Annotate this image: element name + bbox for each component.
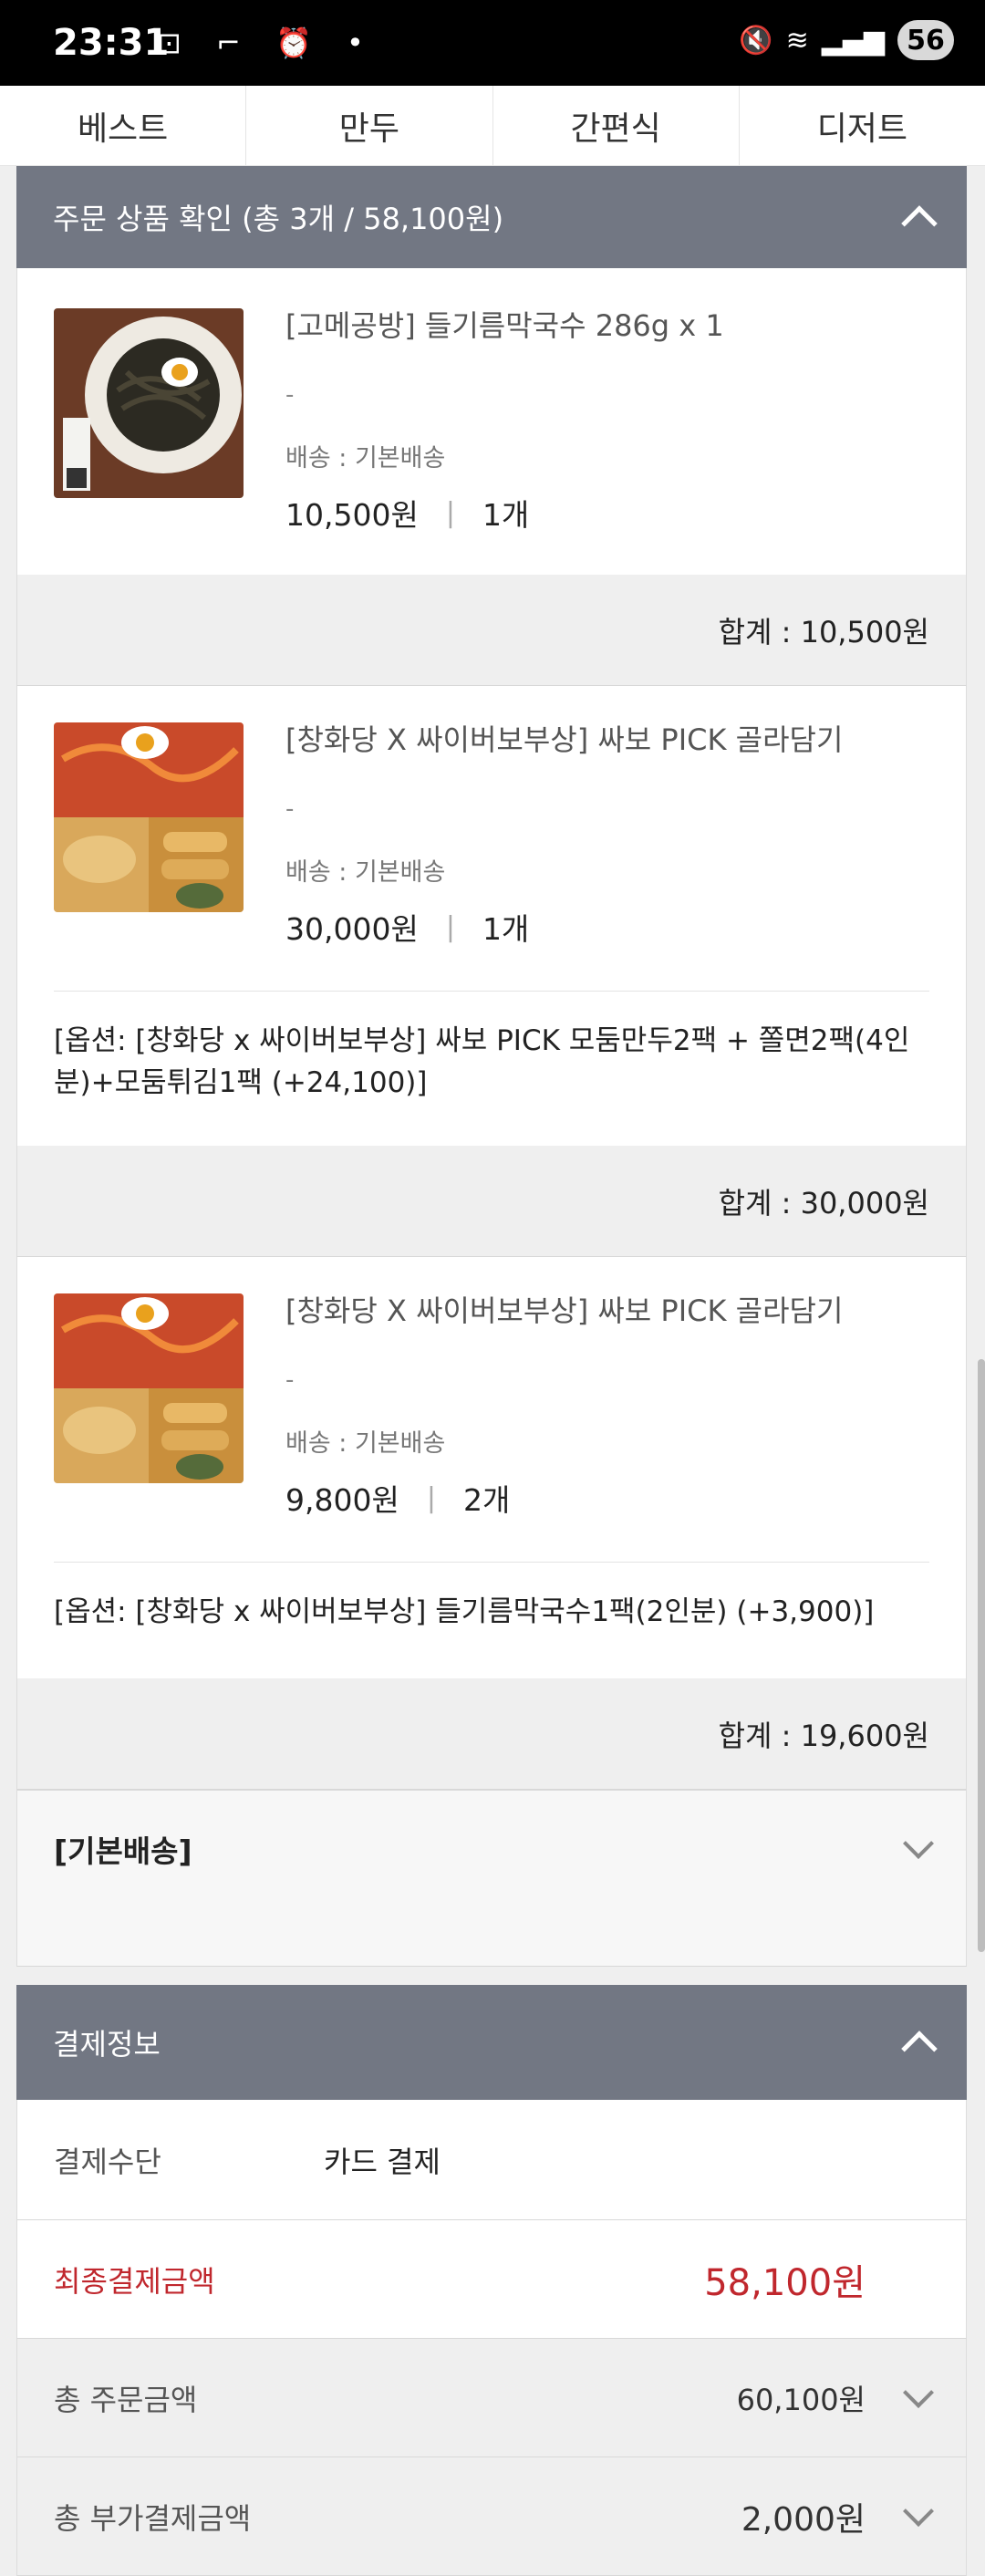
item-option-dash: -: [285, 1366, 295, 1394]
expand-chevron-icon[interactable]: [903, 2376, 934, 2408]
status-bar: 23:31 ⊡ ⌐ ⏰ • 🔇 ≋ ▂▄▆ 56: [0, 0, 985, 86]
expand-chevron-icon[interactable]: [903, 1828, 934, 1859]
payment-section-header[interactable]: 결제정보: [16, 1985, 967, 2100]
item-option-text: [옵션: [창화당 x 싸이버보부상] 들기름막국수1팩(2인분) (+3,90…: [54, 1595, 875, 1628]
signal-icon: ▂▄▆: [821, 24, 885, 57]
item-subtotal: 합계 : 30,000원: [16, 1146, 967, 1257]
price-separator: |: [445, 496, 455, 529]
scrollbar[interactable]: [978, 1359, 985, 1952]
extra-payment-row[interactable]: 총 부가결제금액 2,000원: [16, 2457, 967, 2576]
status-right-icons: 🔇 ≋ ▂▄▆ 56: [739, 20, 954, 60]
price-separator: |: [426, 1481, 436, 1514]
price-separator: |: [445, 910, 455, 943]
tab-dumpling[interactable]: 만두: [246, 86, 493, 165]
item-option-dash: -: [285, 795, 295, 823]
item-name[interactable]: [창화당 X 싸이버보부상] 싸보 PICK 골라담기: [285, 1288, 843, 1330]
final-amount-value: 58,100원: [704, 2261, 866, 2304]
payment-method-row: 결제수단 카드 결제: [16, 2100, 967, 2220]
order-item: [고메공방] 들기름막국수 286g x 1 - 배송 : 기본배송 10,50…: [16, 268, 967, 575]
expand-chevron-icon[interactable]: [903, 2495, 934, 2527]
item-quantity: 1개: [482, 497, 530, 533]
order-item: [창화당 X 싸이버보부상] 싸보 PICK 골라담기 - 배송 : 기본배송 …: [16, 686, 967, 1146]
final-amount-label: 최종결제금액: [54, 2263, 215, 2299]
item-shipping: 배송 : 기본배송: [285, 1429, 446, 1458]
item-subtotal-text: 합계 : 30,000원: [718, 1185, 929, 1220]
extra-payment-value: 2,000원: [741, 2500, 866, 2539]
item-price: 10,500원: [285, 497, 419, 533]
product-thumbnail: [54, 308, 244, 498]
final-amount-row: 최종결제금액 58,100원: [16, 2220, 967, 2339]
item-subtotal: 합계 : 10,500원: [16, 575, 967, 686]
order-total-value: 60,100원: [736, 2382, 866, 2417]
collapse-chevron-icon[interactable]: [901, 205, 938, 242]
item-price: 9,800원: [285, 1482, 399, 1518]
item-option-text: [옵션: [창화당 x 싸이버보부상] 싸보 PICK 모둠만두2팩 + 쫄면2…: [54, 1024, 910, 1099]
battery-icon: 56: [897, 20, 954, 60]
status-time: 23:31: [53, 22, 170, 64]
tab-best[interactable]: 베스트: [0, 86, 247, 165]
item-quantity: 2개: [462, 1482, 511, 1518]
tab-dessert[interactable]: 디저트: [740, 86, 985, 165]
item-shipping: 배송 : 기본배송: [285, 444, 446, 473]
tab-convenience[interactable]: 간편식: [493, 86, 740, 165]
extra-payment-label: 총 부가결제금액: [54, 2500, 252, 2536]
mute-icon: 🔇: [739, 24, 773, 57]
item-option-dash: -: [285, 381, 295, 409]
payment-method-label: 결제수단: [54, 2144, 161, 2179]
item-subtotal-text: 합계 : 10,500원: [718, 614, 929, 649]
wifi-icon: ≋: [785, 24, 809, 57]
order-total-row[interactable]: 총 주문금액 60,100원: [16, 2339, 967, 2457]
category-tabs: 베스트 만두 간편식 디저트: [0, 86, 985, 166]
item-price-row: 10,500원 | 1개: [285, 491, 529, 535]
item-name[interactable]: [고메공방] 들기름막국수 286g x 1: [285, 303, 724, 345]
item-name[interactable]: [창화당 X 싸이버보부상] 싸보 PICK 골라담기: [285, 717, 843, 759]
item-price: 30,000원: [285, 911, 419, 947]
order-section-header[interactable]: 주문 상품 확인 (총 3개 / 58,100원): [16, 166, 967, 268]
item-shipping: 배송 : 기본배송: [285, 858, 446, 887]
order-item: [창화당 X 싸이버보부상] 싸보 PICK 골라담기 - 배송 : 기본배송 …: [16, 1257, 967, 1678]
item-price-row: 30,000원 | 1개: [285, 905, 529, 949]
delivery-label: [기본배송]: [54, 1833, 192, 1869]
notification-icons: ⊡ ⌐ ⏰ •: [157, 26, 377, 60]
product-thumbnail: [54, 722, 244, 912]
order-total-label: 총 주문금액: [54, 2382, 198, 2417]
item-subtotal-text: 합계 : 19,600원: [718, 1718, 929, 1753]
collapse-chevron-icon[interactable]: [901, 2031, 938, 2067]
payment-method-value: 카드 결제: [324, 2144, 441, 2179]
payment-section-title: 결제정보: [53, 2027, 161, 2062]
item-subtotal: 합계 : 19,600원: [16, 1678, 967, 1790]
product-thumbnail: [54, 1293, 244, 1483]
divider: [54, 991, 929, 992]
order-section-title: 주문 상품 확인 (총 3개 / 58,100원): [53, 202, 504, 236]
item-quantity: 1개: [482, 911, 530, 947]
item-price-row: 9,800원 | 2개: [285, 1476, 510, 1520]
divider: [54, 1562, 929, 1563]
delivery-group[interactable]: [기본배송]: [16, 1790, 967, 1967]
